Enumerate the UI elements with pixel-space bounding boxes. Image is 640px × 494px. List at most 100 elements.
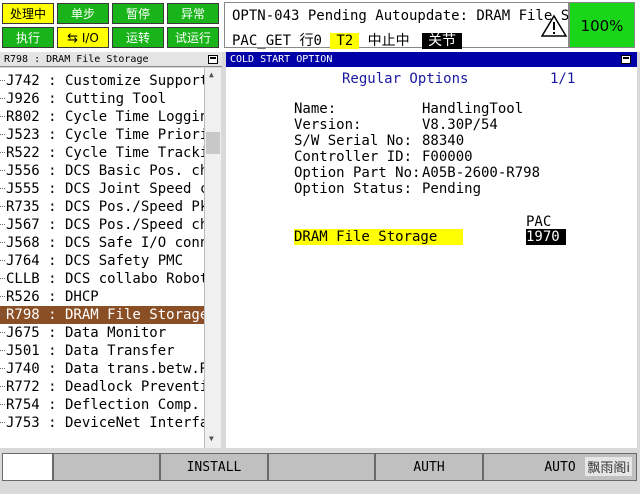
list-item-label: R735 : DCS Pos./Speed Pkg	[6, 199, 204, 215]
tree-connector	[0, 206, 5, 207]
cold-start-option-panel: Regular Options 1/1 Name: HandlingTool Ver…	[226, 67, 637, 448]
tree-connector	[0, 152, 5, 153]
io-indicator: ⇆ I/O	[57, 27, 109, 48]
message-box: OPTN-043 Pending Autoupdate: DRAM File S…	[224, 2, 578, 49]
list-item[interactable]: J523 : Cycle Time Priority	[0, 126, 204, 144]
fkey-4[interactable]	[268, 453, 375, 481]
program-name: PAC_GET	[232, 33, 292, 49]
scroll-thumb[interactable]	[206, 132, 220, 154]
list-item-label: J742 : Customize Support	[6, 73, 204, 89]
list-item[interactable]: R798 : DRAM File Storage	[0, 306, 204, 324]
list-item[interactable]: R772 : Deadlock Prevention	[0, 378, 204, 396]
tree-connector	[0, 80, 5, 81]
mode-badge: T2	[330, 33, 360, 49]
field-value: V8.30P/54	[422, 117, 498, 133]
list-item-label: J556 : DCS Basic Pos. check	[6, 163, 204, 179]
field-value: HandlingTool	[422, 101, 524, 117]
maximize-icon[interactable]	[621, 55, 631, 64]
list-item[interactable]: R526 : DHCP	[0, 288, 204, 306]
scroll-down-icon[interactable]: ▼	[209, 434, 214, 443]
io-label: I/O	[81, 31, 99, 45]
list-item[interactable]: J555 : DCS Joint Speed check	[0, 180, 204, 198]
fault-indicator: 异常	[167, 3, 219, 24]
field-value: Pending	[422, 181, 482, 197]
tree-connector	[0, 116, 5, 117]
list-item[interactable]: J764 : DCS Safety PMC	[0, 252, 204, 270]
list-item-label: R526 : DHCP	[6, 289, 99, 305]
tree-connector	[0, 332, 5, 333]
list-item-label: J740 : Data trans.betw.Robots	[6, 361, 204, 377]
tree-connector	[0, 296, 5, 297]
run-indicator: 执行	[2, 27, 54, 48]
option-list[interactable]: J742 : Customize Support J926 : Cutting T…	[0, 68, 204, 448]
tree-connector	[0, 98, 5, 99]
field-value: 88340	[422, 133, 465, 149]
list-item-label: R754 : Deflection Comp. Pkg	[6, 397, 204, 413]
tree-connector	[0, 368, 5, 369]
list-item[interactable]: R522 : Cycle Time Tracking	[0, 144, 204, 162]
list-item-label: R772 : Deadlock Prevention	[6, 379, 204, 395]
status-bar: 处理中 单步 暂停 异常 执行 ⇆ I/O 运转 试运行 OPTN-043 Pe…	[0, 0, 640, 52]
field-label: Controller ID:	[294, 149, 413, 165]
tree-connector	[0, 170, 5, 171]
list-item-label: J501 : Data Transfer	[6, 343, 175, 359]
busy-indicator: 处理中	[2, 3, 54, 24]
list-item[interactable]: J556 : DCS Basic Pos. check	[0, 162, 204, 180]
list-item-label: CLLB : DCS collabo Robot	[6, 271, 204, 287]
list-item[interactable]: R735 : DCS Pos./Speed Pkg	[0, 198, 204, 216]
prod-indicator: 运转	[112, 27, 164, 48]
list-item-label: R798 : DRAM File Storage	[6, 307, 204, 323]
option-value-field[interactable]: 1970	[526, 229, 566, 245]
list-item[interactable]: J567 : DCS Pos./Speed check	[0, 216, 204, 234]
hold-indicator: 暂停	[112, 3, 164, 24]
run-state: 中止中	[367, 33, 410, 49]
tree-connector	[0, 314, 5, 315]
list-item[interactable]: J740 : Data trans.betw.Robots	[0, 360, 204, 378]
right-panel-header: COLD START OPTION	[226, 52, 637, 67]
list-item[interactable]: R754 : Deflection Comp. Pkg	[0, 396, 204, 414]
tcyc-indicator: 试运行	[167, 27, 219, 48]
tree-connector	[0, 278, 5, 279]
left-panel-title: R798 : DRAM File Storage	[4, 54, 149, 65]
list-item-label: J568 : DCS Safe I/O connect	[6, 235, 204, 251]
list-item[interactable]: J926 : Cutting Tool	[0, 90, 204, 108]
vertical-scrollbar[interactable]: ▲ ▼	[204, 68, 221, 448]
tree-connector	[0, 386, 5, 387]
list-item[interactable]: J675 : Data Monitor	[0, 324, 204, 342]
fkey-auth[interactable]: AUTH	[375, 453, 483, 481]
io-arrows-icon: ⇆	[67, 31, 79, 46]
field-label: Name:	[294, 101, 337, 117]
override-percent[interactable]: 100%	[569, 2, 635, 48]
list-item[interactable]: J742 : Customize Support	[0, 72, 204, 90]
maximize-icon[interactable]	[208, 55, 218, 64]
fkey-2[interactable]	[53, 453, 160, 481]
tree-connector	[0, 188, 5, 189]
list-item[interactable]: CLLB : DCS collabo Robot	[0, 270, 204, 288]
tree-connector	[0, 422, 5, 423]
list-item[interactable]: J501 : Data Transfer	[0, 342, 204, 360]
list-item[interactable]: J753 : DeviceNet Interface	[0, 414, 204, 432]
field-label: Version:	[294, 117, 362, 133]
field-label: Option Part No:	[294, 165, 421, 181]
tree-connector	[0, 134, 5, 135]
fkey-install[interactable]: INSTALL	[160, 453, 268, 481]
scroll-up-icon[interactable]: ▲	[209, 70, 214, 79]
list-item-label: J753 : DeviceNet Interface	[6, 415, 204, 431]
column-header: PAC	[526, 214, 552, 230]
coord-badge: 关节	[422, 33, 463, 49]
fkey-type[interactable]	[2, 453, 53, 481]
field-label: S/W Serial No:	[294, 133, 413, 149]
field-label: Option Status:	[294, 181, 413, 197]
left-panel-header: R798 : DRAM File Storage	[0, 52, 222, 67]
list-item-label: J926 : Cutting Tool	[6, 91, 167, 107]
list-item[interactable]: J568 : DCS Safe I/O connect	[0, 234, 204, 252]
tree-connector	[0, 242, 5, 243]
warning-icon	[541, 14, 567, 37]
option-name-field[interactable]: DRAM File Storage	[294, 229, 463, 245]
field-value: A05B-2600-R798	[422, 165, 541, 181]
list-item-label: J567 : DCS Pos./Speed check	[6, 217, 204, 233]
tree-connector	[0, 260, 5, 261]
field-value: F00000	[422, 149, 473, 165]
section-heading: Regular Options	[342, 71, 469, 87]
list-item[interactable]: R802 : Cycle Time Logging	[0, 108, 204, 126]
